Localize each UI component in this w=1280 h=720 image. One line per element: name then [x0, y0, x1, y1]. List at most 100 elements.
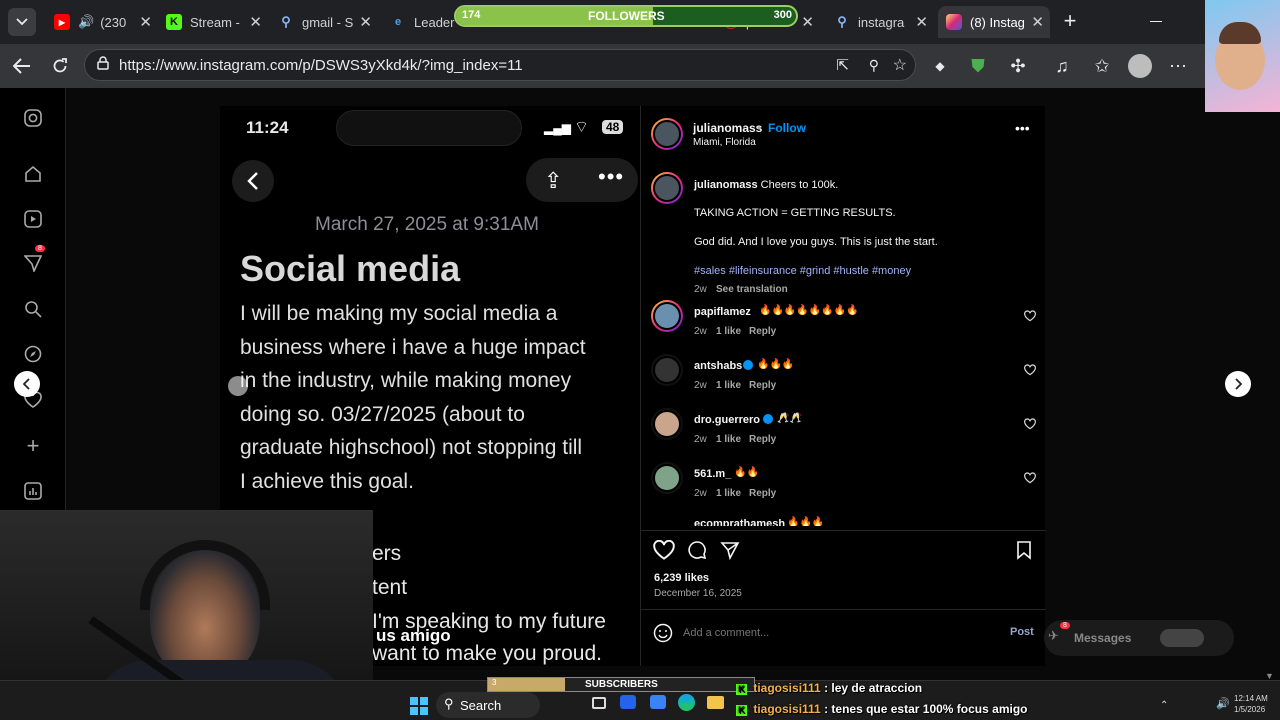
- post-date: December 16, 2025: [654, 588, 742, 599]
- author-username[interactable]: julianomass: [693, 121, 762, 135]
- extension-icon[interactable]: ◆: [928, 54, 952, 78]
- reload-icon[interactable]: [48, 54, 72, 78]
- hashtags[interactable]: #sales #lifeinsurance #grind #hustle #mo…: [694, 265, 911, 277]
- tab-leader[interactable]: e Leader: [382, 6, 458, 38]
- back-arrow-icon[interactable]: [10, 54, 34, 78]
- comment-likes[interactable]: 1 like: [716, 488, 741, 499]
- note-body-line: graduate highschool) not stopping till: [240, 436, 583, 460]
- emoji-icon[interactable]: [653, 623, 673, 643]
- likes-count[interactable]: 6,239 likes: [654, 572, 709, 584]
- lock-icon: [97, 56, 109, 74]
- save-bookmark-icon[interactable]: [1015, 540, 1033, 560]
- direct-messages-icon[interactable]: 8: [21, 245, 45, 275]
- like-comment-heart-icon[interactable]: [1024, 364, 1036, 376]
- comment-username[interactable]: dro.guerrero: [694, 414, 760, 426]
- address-bar[interactable]: https://www.instagram.com/p/DSWS3yXkd4k/…: [84, 49, 916, 81]
- favorite-star-icon[interactable]: ☆: [893, 55, 907, 75]
- tray-chevron-icon[interactable]: ⌃: [1160, 700, 1168, 711]
- task-view-icon[interactable]: [592, 697, 606, 709]
- home-icon[interactable]: [21, 162, 45, 186]
- comment-username[interactable]: papiflamez: [694, 306, 751, 318]
- extensions-puzzle-icon[interactable]: ✣: [1006, 54, 1030, 78]
- like-comment-heart-icon[interactable]: [1024, 472, 1036, 484]
- explore-icon[interactable]: [21, 342, 45, 366]
- caption-first-line: Cheers to 100k.: [760, 179, 839, 191]
- chat-message: K tiagosisi111 : tenes que estar 100% fo…: [736, 702, 1027, 716]
- comment-username[interactable]: ecomprathamesh: [694, 518, 785, 526]
- close-icon[interactable]: ✕: [359, 13, 372, 31]
- chat-message: K tiagosisi111 : ley de atraccion: [736, 681, 922, 695]
- dot-separator: •: [757, 121, 762, 135]
- see-translation-link[interactable]: See translation: [716, 284, 788, 295]
- more-options-icon[interactable]: •••: [1015, 120, 1030, 136]
- post-location[interactable]: Miami, Florida: [693, 137, 756, 148]
- post-comment-button[interactable]: Post: [1010, 626, 1034, 638]
- close-icon[interactable]: ✕: [249, 13, 262, 31]
- instagram-logo-icon[interactable]: [21, 106, 45, 130]
- tab-gmail-search[interactable]: ⚲ gmail - S ✕: [270, 6, 378, 38]
- image-previous-button[interactable]: [228, 376, 248, 396]
- reply-button[interactable]: Reply: [749, 434, 776, 445]
- messages-pill[interactable]: ✈ 8 Messages: [1044, 620, 1234, 656]
- like-comment-heart-icon[interactable]: [1024, 310, 1036, 322]
- tab-kick[interactable]: K Stream - ✕: [158, 6, 268, 38]
- add-comment-input[interactable]: [683, 622, 983, 644]
- shield-icon[interactable]: ⛊: [966, 54, 990, 78]
- zoom-icon[interactable]: ⚲: [869, 57, 879, 74]
- comment-likes[interactable]: 1 like: [716, 380, 741, 391]
- volume-icon[interactable]: 🔊: [1216, 697, 1230, 710]
- clock-time[interactable]: 12:14 AM: [1234, 694, 1268, 703]
- app-icon[interactable]: [620, 695, 636, 709]
- share-icon[interactable]: [719, 540, 741, 560]
- caption-username[interactable]: julianomass: [694, 179, 758, 191]
- tab-youtube[interactable]: ▶ 🔊 (230 ✕: [46, 6, 158, 38]
- reply-button[interactable]: Reply: [749, 488, 776, 499]
- tab-search-dropdown-icon[interactable]: [8, 8, 36, 36]
- reply-button[interactable]: Reply: [749, 380, 776, 391]
- close-icon[interactable]: ✕: [139, 13, 152, 31]
- tab-instagram-active[interactable]: (8) Instag ✕: [938, 6, 1050, 38]
- clock-date[interactable]: 1/5/2026: [1234, 705, 1265, 714]
- reply-button[interactable]: Reply: [749, 326, 776, 337]
- comment-username[interactable]: antshabs: [694, 360, 742, 372]
- more-menu-icon[interactable]: ⋯: [1166, 54, 1190, 78]
- taskbar-search-box[interactable]: ⚲ Search: [436, 692, 540, 718]
- note-line-tent: tent: [372, 576, 408, 599]
- author-avatar[interactable]: [651, 118, 683, 150]
- edge-icon[interactable]: [678, 694, 695, 711]
- dashboard-icon[interactable]: [21, 479, 45, 503]
- like-comment-heart-icon[interactable]: [1024, 418, 1036, 430]
- create-icon[interactable]: +: [21, 433, 45, 458]
- open-in-app-icon[interactable]: ⇱: [836, 56, 849, 74]
- media-control-icon[interactable]: ♫: [1050, 54, 1074, 78]
- file-explorer-icon[interactable]: [707, 696, 724, 709]
- comment-avatar[interactable]: [651, 462, 683, 494]
- comment-avatar[interactable]: [651, 408, 683, 440]
- comment-age: 2w: [694, 326, 707, 337]
- previous-post-button[interactable]: [14, 371, 40, 397]
- windows-start-icon[interactable]: [410, 697, 428, 715]
- profile-avatar[interactable]: [1128, 54, 1152, 78]
- reels-icon[interactable]: [21, 207, 45, 231]
- comment-likes[interactable]: 1 like: [716, 326, 741, 337]
- follow-button[interactable]: Follow: [768, 121, 806, 135]
- caption-avatar[interactable]: [651, 172, 683, 204]
- close-icon[interactable]: ✕: [915, 13, 928, 31]
- close-icon[interactable]: ✕: [801, 13, 814, 31]
- comment-bubble-icon[interactable]: [686, 540, 708, 560]
- comment-avatar[interactable]: [651, 300, 683, 332]
- comment-avatar[interactable]: [651, 354, 683, 386]
- favorites-icon[interactable]: ✩: [1090, 54, 1114, 78]
- comment-likes[interactable]: 1 like: [716, 434, 741, 445]
- minimize-icon[interactable]: [1150, 21, 1162, 22]
- new-tab-button[interactable]: +: [1058, 10, 1082, 34]
- followers-target: 300: [773, 9, 792, 21]
- battery-indicator: 48: [602, 120, 624, 134]
- next-post-button[interactable]: [1225, 371, 1251, 397]
- mail-icon[interactable]: [650, 695, 666, 709]
- like-heart-icon[interactable]: [653, 540, 675, 560]
- search-icon[interactable]: [21, 297, 45, 321]
- tab-instagram-search[interactable]: ⚲ instagra ✕: [826, 6, 934, 38]
- comment-username[interactable]: 561.m_: [694, 468, 731, 480]
- close-icon[interactable]: ✕: [1031, 13, 1044, 31]
